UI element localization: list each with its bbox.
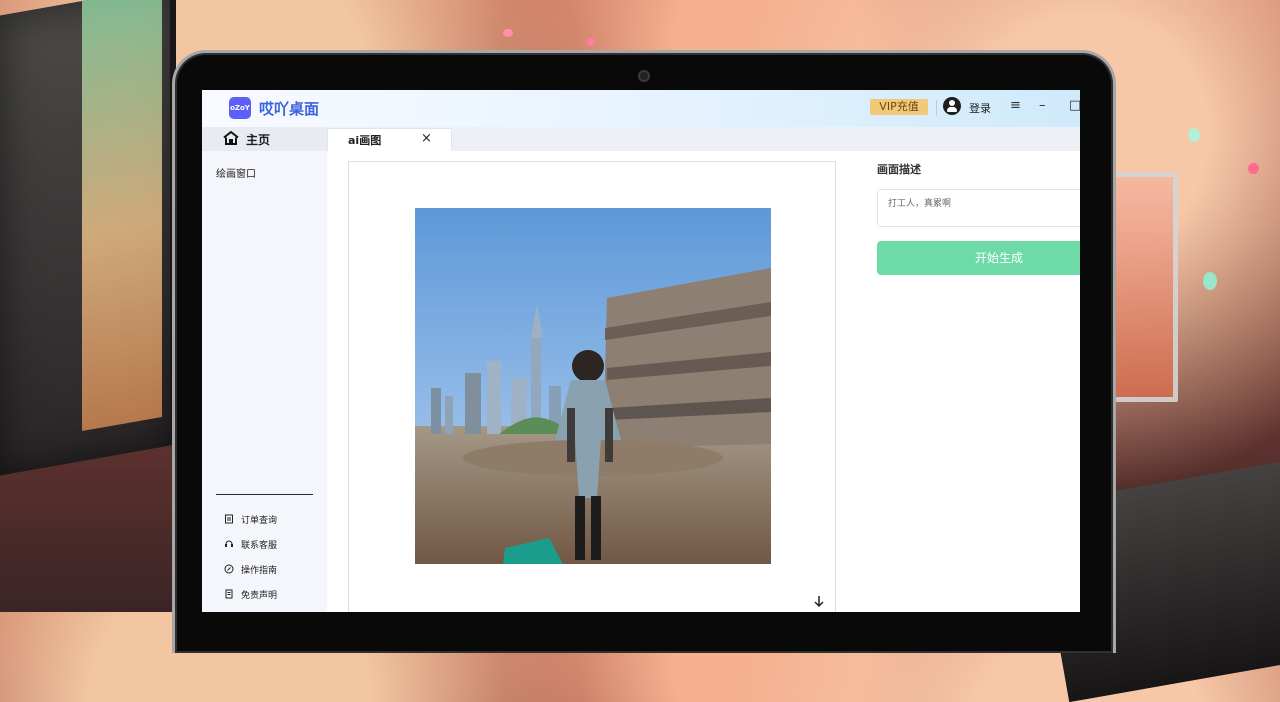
background-sparkle bbox=[503, 29, 513, 37]
sidebar-item-order-query[interactable]: 订单查询 bbox=[224, 513, 277, 526]
background-sparkle bbox=[1188, 128, 1200, 142]
download-icon[interactable] bbox=[811, 594, 827, 610]
laptop-camera bbox=[638, 70, 650, 82]
customer-service-label: 联系客服 bbox=[241, 541, 278, 551]
title-separator bbox=[936, 100, 937, 116]
disclaimer-icon bbox=[225, 589, 233, 599]
close-tab-icon[interactable]: × bbox=[421, 132, 432, 146]
app-logo-icon: oZoY bbox=[229, 97, 251, 119]
menu-icon[interactable]: ≡ bbox=[1010, 98, 1021, 114]
tab-ai-drawing[interactable]: ai画图 × bbox=[327, 128, 452, 151]
maximize-icon[interactable]: □ bbox=[1069, 98, 1080, 114]
order-query-label: 订单查询 bbox=[241, 516, 278, 526]
background-sparkle bbox=[587, 38, 595, 46]
guide-label: 操作指南 bbox=[241, 566, 278, 576]
start-generate-button[interactable]: 开始生成 bbox=[877, 241, 1080, 275]
vip-recharge-button[interactable]: VIP充值 bbox=[870, 99, 928, 115]
image-preview-card bbox=[348, 161, 836, 612]
sidebar-item-customer-service[interactable]: 联系客服 bbox=[224, 538, 277, 551]
sidebar-item-drawing-window[interactable]: 绘画窗口 bbox=[216, 165, 256, 180]
login-button[interactable]: 登录 bbox=[969, 100, 991, 116]
sidebar-item-guide[interactable]: 操作指南 bbox=[224, 563, 277, 576]
order-icon bbox=[225, 514, 233, 524]
guide-icon bbox=[224, 564, 234, 574]
ai-drawing-tab-label: ai画图 bbox=[348, 134, 382, 147]
generated-image bbox=[415, 208, 771, 564]
background-left-monitor bbox=[0, 0, 176, 476]
description-text: 打工人，真累啊 bbox=[888, 199, 952, 209]
tab-home[interactable]: 主页 bbox=[202, 127, 327, 151]
background-left-monitor-screen bbox=[82, 0, 162, 432]
app-name: 哎吖桌面 bbox=[259, 100, 320, 118]
home-tab-label: 主页 bbox=[246, 133, 271, 147]
description-label: 画面描述 bbox=[877, 163, 921, 176]
service-icon bbox=[225, 540, 233, 547]
background-sparkle bbox=[1203, 272, 1217, 290]
disclaimer-label: 免责声明 bbox=[241, 591, 278, 601]
minimize-icon[interactable]: – bbox=[1039, 98, 1046, 114]
app-window: oZoY 哎吖桌面 VIP充值 登录 ≡ – □ 主页 ai画图 × 绘画窗口 … bbox=[202, 90, 1080, 612]
sidebar-item-disclaimer[interactable]: 免责声明 bbox=[224, 588, 277, 601]
sidebar-divider bbox=[216, 494, 313, 495]
sidebar: 绘画窗口 订单查询 联系客服 操作指南 免责声明 bbox=[202, 151, 327, 612]
user-avatar-icon[interactable] bbox=[943, 97, 961, 115]
title-bar: oZoY 哎吖桌面 VIP充值 登录 ≡ – □ bbox=[202, 90, 1080, 127]
description-input[interactable]: 打工人，真累啊 bbox=[877, 189, 1080, 227]
background-sparkle bbox=[1248, 163, 1259, 174]
home-icon bbox=[223, 130, 239, 145]
